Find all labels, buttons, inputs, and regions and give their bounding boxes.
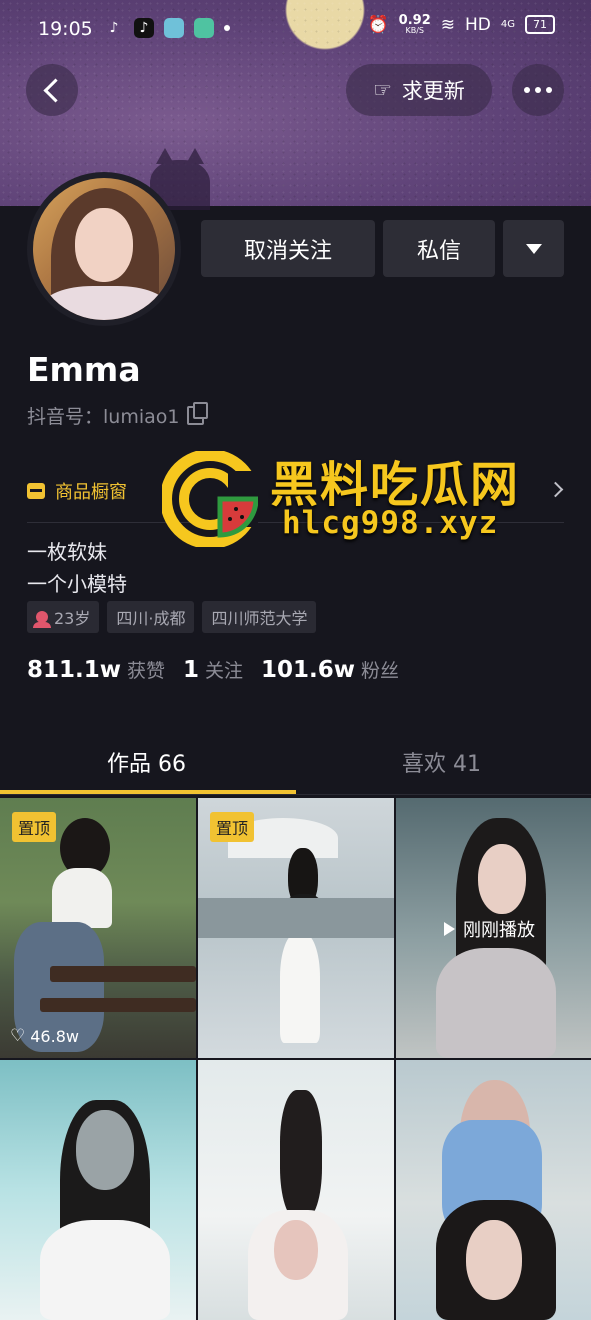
copy-icon[interactable] bbox=[187, 402, 209, 425]
alarm-icon: ⏰ bbox=[367, 14, 389, 35]
product-showcase-label: 商品橱窗 bbox=[55, 482, 127, 503]
pinned-badge: 置顶 bbox=[12, 812, 57, 842]
request-update-button[interactable]: ☞ 求更新 bbox=[346, 64, 492, 116]
video-like-count: ♡ 46.8w bbox=[10, 1026, 79, 1046]
location-tag: 四川·成都 bbox=[107, 601, 195, 633]
video-thumbnail[interactable] bbox=[198, 1060, 394, 1320]
stat-label: 粉丝 bbox=[361, 660, 400, 682]
watermark-logo bbox=[162, 451, 258, 547]
followers-stat[interactable]: 101.6w 粉丝 bbox=[261, 656, 399, 683]
watermark: 黑料吃瓜网 hlcg998.xyz bbox=[162, 445, 542, 555]
bio-line: 一枚软妹 bbox=[27, 540, 107, 564]
back-arrow-icon bbox=[42, 77, 68, 103]
recommend-dropdown-button[interactable] bbox=[503, 220, 564, 277]
more-notifications-dot bbox=[224, 25, 230, 31]
video-thumbnail[interactable]: 置顶 bbox=[198, 798, 394, 1058]
video-thumbnail[interactable]: 刚刚播放 bbox=[396, 798, 591, 1058]
video-thumbnail[interactable] bbox=[396, 1060, 591, 1320]
stat-label: 关注 bbox=[205, 660, 244, 682]
product-showcase-link[interactable]: 商品橱窗 bbox=[27, 478, 127, 504]
avatar-photo bbox=[33, 178, 175, 320]
bio: 一枚软妹 一个小模特 bbox=[27, 536, 127, 600]
play-icon bbox=[444, 922, 455, 936]
pointing-hand-icon: ☞ bbox=[373, 78, 392, 102]
notification-icons: ♪ ♪ bbox=[104, 18, 230, 38]
heart-icon: ♡ bbox=[10, 1026, 26, 1046]
network-speed-unit: KB/S bbox=[405, 26, 424, 35]
shop-icon bbox=[27, 483, 45, 499]
battery-level: 71 bbox=[533, 18, 547, 31]
tiktok-icon: ♪ bbox=[134, 18, 154, 38]
system-indicators: ⏰ 0.92 KB/S ≋ HD 4G 71 bbox=[367, 14, 555, 35]
stat-value: 811.1w bbox=[27, 657, 121, 683]
request-update-label: 求更新 bbox=[401, 79, 465, 103]
chevron-right-icon[interactable] bbox=[547, 481, 564, 498]
chat-app-icon bbox=[164, 18, 184, 38]
age-tag: 23岁 bbox=[27, 601, 100, 633]
profile-tags: 23岁 四川·成都 四川师范大学 bbox=[27, 601, 317, 633]
back-button[interactable] bbox=[26, 64, 78, 116]
bio-line: 一个小模特 bbox=[27, 572, 127, 596]
tiktok-icon: ♪ bbox=[109, 20, 119, 36]
dropdown-triangle-icon bbox=[525, 243, 542, 254]
tab-works[interactable]: 作品 66 bbox=[107, 746, 186, 778]
stat-value: 1 bbox=[183, 657, 200, 683]
battery-icon: 71 bbox=[525, 15, 555, 34]
status-bar: 19:05 ♪ ♪ ⏰ 0.92 KB/S ≋ HD 4G 71 bbox=[0, 0, 591, 60]
school-tag: 四川师范大学 bbox=[202, 601, 317, 633]
female-icon bbox=[33, 611, 51, 628]
likes-received-stat: 811.1w 获赞 bbox=[27, 656, 165, 683]
stat-value: 101.6w bbox=[261, 657, 356, 683]
more-dot-icon bbox=[535, 87, 541, 93]
age-tag-label: 23岁 bbox=[54, 609, 91, 628]
more-dot-icon bbox=[524, 87, 530, 93]
douyin-id-row[interactable]: 抖音号：lumiao1 bbox=[27, 402, 209, 429]
tab-divider bbox=[0, 794, 591, 795]
just-played-indicator: 刚刚播放 bbox=[444, 916, 535, 942]
avatar[interactable] bbox=[27, 172, 181, 326]
video-thumbnail[interactable] bbox=[0, 1060, 196, 1320]
wifi-icon: ≋ bbox=[440, 14, 455, 35]
network-speed: 0.92 KB/S bbox=[399, 14, 431, 35]
pinned-badge: 置顶 bbox=[210, 812, 255, 842]
douyin-id-text: 抖音号：lumiao1 bbox=[27, 406, 180, 428]
signal-label: 4G bbox=[500, 19, 515, 30]
following-stat[interactable]: 1 关注 bbox=[183, 656, 243, 683]
profile-stats: 811.1w 获赞 1 关注 101.6w 粉丝 bbox=[27, 656, 399, 683]
message-app-icon bbox=[194, 18, 214, 38]
watermark-url: hlcg998.xyz bbox=[282, 505, 499, 541]
video-thumbnail[interactable]: 置顶 ♡ 46.8w bbox=[0, 798, 196, 1058]
just-played-label: 刚刚播放 bbox=[463, 920, 535, 941]
hd-label: HD bbox=[465, 14, 491, 35]
more-dot-icon bbox=[546, 87, 552, 93]
unfollow-button[interactable]: 取消关注 bbox=[201, 220, 375, 277]
more-options-button[interactable] bbox=[512, 64, 564, 116]
message-button[interactable]: 私信 bbox=[383, 220, 495, 277]
profile-name: Emma bbox=[27, 350, 141, 389]
like-count-value: 46.8w bbox=[30, 1026, 79, 1046]
stat-label: 获赞 bbox=[127, 660, 166, 682]
tab-likes[interactable]: 喜欢 41 bbox=[402, 746, 481, 778]
video-grid: 置顶 ♡ 46.8w 置顶 刚刚播放 bbox=[0, 798, 591, 1320]
status-time: 19:05 bbox=[38, 18, 93, 40]
